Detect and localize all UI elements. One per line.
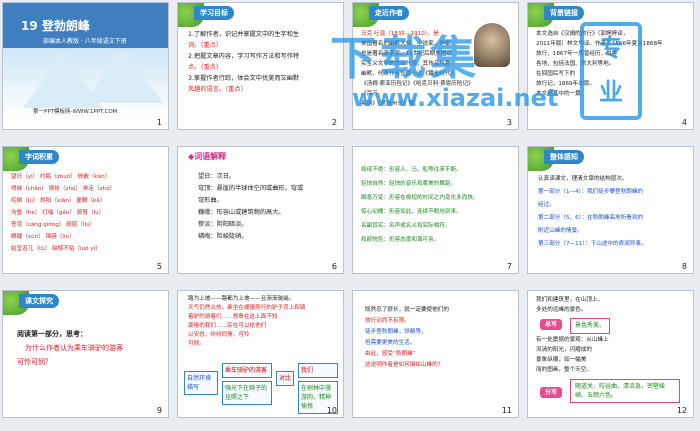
slide-thumbnail-5[interactable]: 字词积累 望日（yì） 约瓶（zhuó） 倘嵌（kān） 喷峡（chǎn） 换帐…: [2, 146, 169, 274]
slide-title: 19 登勃朗峰: [21, 19, 90, 33]
slide-tag: ◆词语解释: [188, 152, 227, 161]
detail-tag: 分写: [540, 387, 563, 398]
slide-number: 10: [326, 406, 337, 415]
slide-text: 马克·吐温（1835—1910），是 美国著名的幽默大师、小说家、作家， 也是著…: [361, 31, 474, 107]
slide-tag: 课文探究: [19, 294, 59, 308]
slide-number: 2: [331, 118, 337, 127]
slide-tag: 背景链接: [544, 6, 584, 20]
slide-sorter-grid: 19 登勃朗峰 部编本人教版 · 八年级语文下册 第一PPT模板网-WWW.1P…: [0, 0, 700, 431]
slide-thumbnail-8[interactable]: 整体感知 认真读课文，理清文章的结构层次。 第一部分（1—4）：我们徒步攀登勃朗…: [527, 146, 694, 274]
mountain-peak-icon: [83, 48, 163, 103]
detail-phrase: 随道关、咬谷曲、清流急，密壁峻峭、五颜六色。: [570, 379, 680, 403]
slide-thumbnail-10[interactable]: 路为上坡——路都为上坡——且渐渐陡峭。 天气仍然炎热，乘坐在缓慢爬行的驴子背上和…: [177, 290, 344, 418]
slide-footer: 第一PPT模板网-WWW.1PPT.COM: [33, 109, 118, 115]
slide-thumbnail-12[interactable]: 我们和建筑里，在山顶上， 多处的远峰的景色。 总写 景色秀美。 有一处震撼的景观…: [527, 290, 694, 418]
slide-tag: 字词积累: [19, 150, 59, 164]
slide-thumbnail-3[interactable]: 走近作者 马克·吐温（1835—1910），是 美国著名的幽默大师、小说家、作家…: [352, 2, 519, 130]
slide-text: 我们和建筑里，在山顶上， 多处的远峰的景色。: [536, 297, 604, 313]
slide-text: 络绎不绝：形容人、马、船等往来不断。 轻快自然：轻快的音乐和柔美的舞蹈。 瞬息万…: [361, 167, 479, 243]
slide-number: 5: [156, 262, 162, 271]
summary-tag: 总写: [540, 319, 563, 330]
slide-number: 12: [676, 406, 687, 415]
slide-text: 路为上坡——路都为上坡——且渐渐陡峭。 天气仍然炎热，乘坐在缓慢爬行的驴子背上和…: [188, 296, 306, 347]
walkers-label: 我们: [298, 363, 338, 378]
slide-number: 11: [501, 406, 512, 415]
slide-number: 6: [331, 262, 337, 271]
slide-thumbnail-4[interactable]: 背景链接 本文选自《汉姆的旅行》（郭婷婷译， 2011年版）林文华译。作者于18…: [527, 2, 694, 130]
slide-number: 3: [506, 118, 512, 127]
slide-number: 1: [156, 118, 162, 127]
summary-phrase: 景色秀美。: [570, 318, 611, 334]
slide-thumbnail-11[interactable]: 既然忍了很长，就一定要使他们的 旅行动而不有限。 徒步登勃朗峰，领略等， 但需要…: [352, 290, 519, 418]
slide-text: 望日（yì） 约瓶（zhuó） 倘嵌（kān） 喷峡（chǎn） 换帐（zhǔ）…: [11, 174, 116, 252]
slide-tag: 学习目标: [194, 6, 234, 20]
slide-text: 望日：次日。 穹顶：悬崖的半球体空间或曲形，穹或 穹形曲。 巍峨：形容山或建筑物…: [198, 173, 304, 240]
center-label: 对比: [276, 371, 294, 386]
author-portrait: [474, 23, 510, 67]
riders-label: 乘车骑驴的游客: [222, 363, 272, 378]
slide-thumbnail-9[interactable]: 课文探究 阅读第一部分，思考： 为什么作者认为乘车骑驴的游客 可怜可悯？ 9: [2, 290, 169, 418]
slide-text: 1.了解作者，识记并掌握文中的生字和生 词。（重点） 2.把握文章内容，学习写作…: [188, 31, 300, 93]
slide-thumbnail-1[interactable]: 19 登勃朗峰 部编本人教版 · 八年级语文下册 第一PPT模板网-WWW.1P…: [2, 2, 169, 130]
slide-thumbnail-7[interactable]: 络绎不绝：形容人、马、船等往来不断。 轻快自然：轻快的音乐和柔美的舞蹈。 瞬息万…: [352, 146, 519, 274]
slide-thumbnail-2[interactable]: 学习目标 1.了解作者，识记并掌握文中的生字和生 词。（重点） 2.把握文章内容…: [177, 2, 344, 130]
slide-thumbnail-6[interactable]: ◆词语解释 望日：次日。 穹顶：悬崖的半球体空间或曲形，穹或 穹形曲。 巍峨：形…: [177, 146, 344, 274]
riders-desc: 强光下在辫子的挂照之下: [222, 381, 272, 405]
slide-number: 7: [506, 262, 512, 271]
slide-text: 有一处震撼的景观：从山峰上 流淌的阳光，闪耀成的 景象纵横，如一幅美 丽的图画，…: [536, 337, 609, 373]
slide-tag: 整体感知: [544, 150, 584, 164]
slide-tag: 走近作者: [369, 6, 409, 20]
compare-label: 自然环境描写: [184, 371, 218, 395]
slide-text: 认真读课文，理清文章的结构层次。 第一部分（1—4）：我们徒步攀登勃朗峰的 经过…: [538, 176, 647, 247]
slide-subtitle: 部编本人教版 · 八年级语文下册: [43, 38, 127, 45]
slide-text: 既然忍了很长，就一定要使他们的 旅行动而不有限。 徒步登勃朗峰，领略等， 但需要…: [365, 307, 449, 368]
slide-number: 4: [681, 118, 687, 127]
slide-number: 8: [681, 262, 687, 271]
slide-text: 本文选自《汉姆的旅行》（郭婷婷译， 2011年版）林文华译。作者于1866年夏至…: [536, 31, 663, 97]
slide-text: 阅读第一部分，思考： 为什么作者认为乘车骑驴的游客 可怜可悯？: [17, 330, 123, 366]
slide-number: 9: [156, 406, 162, 415]
